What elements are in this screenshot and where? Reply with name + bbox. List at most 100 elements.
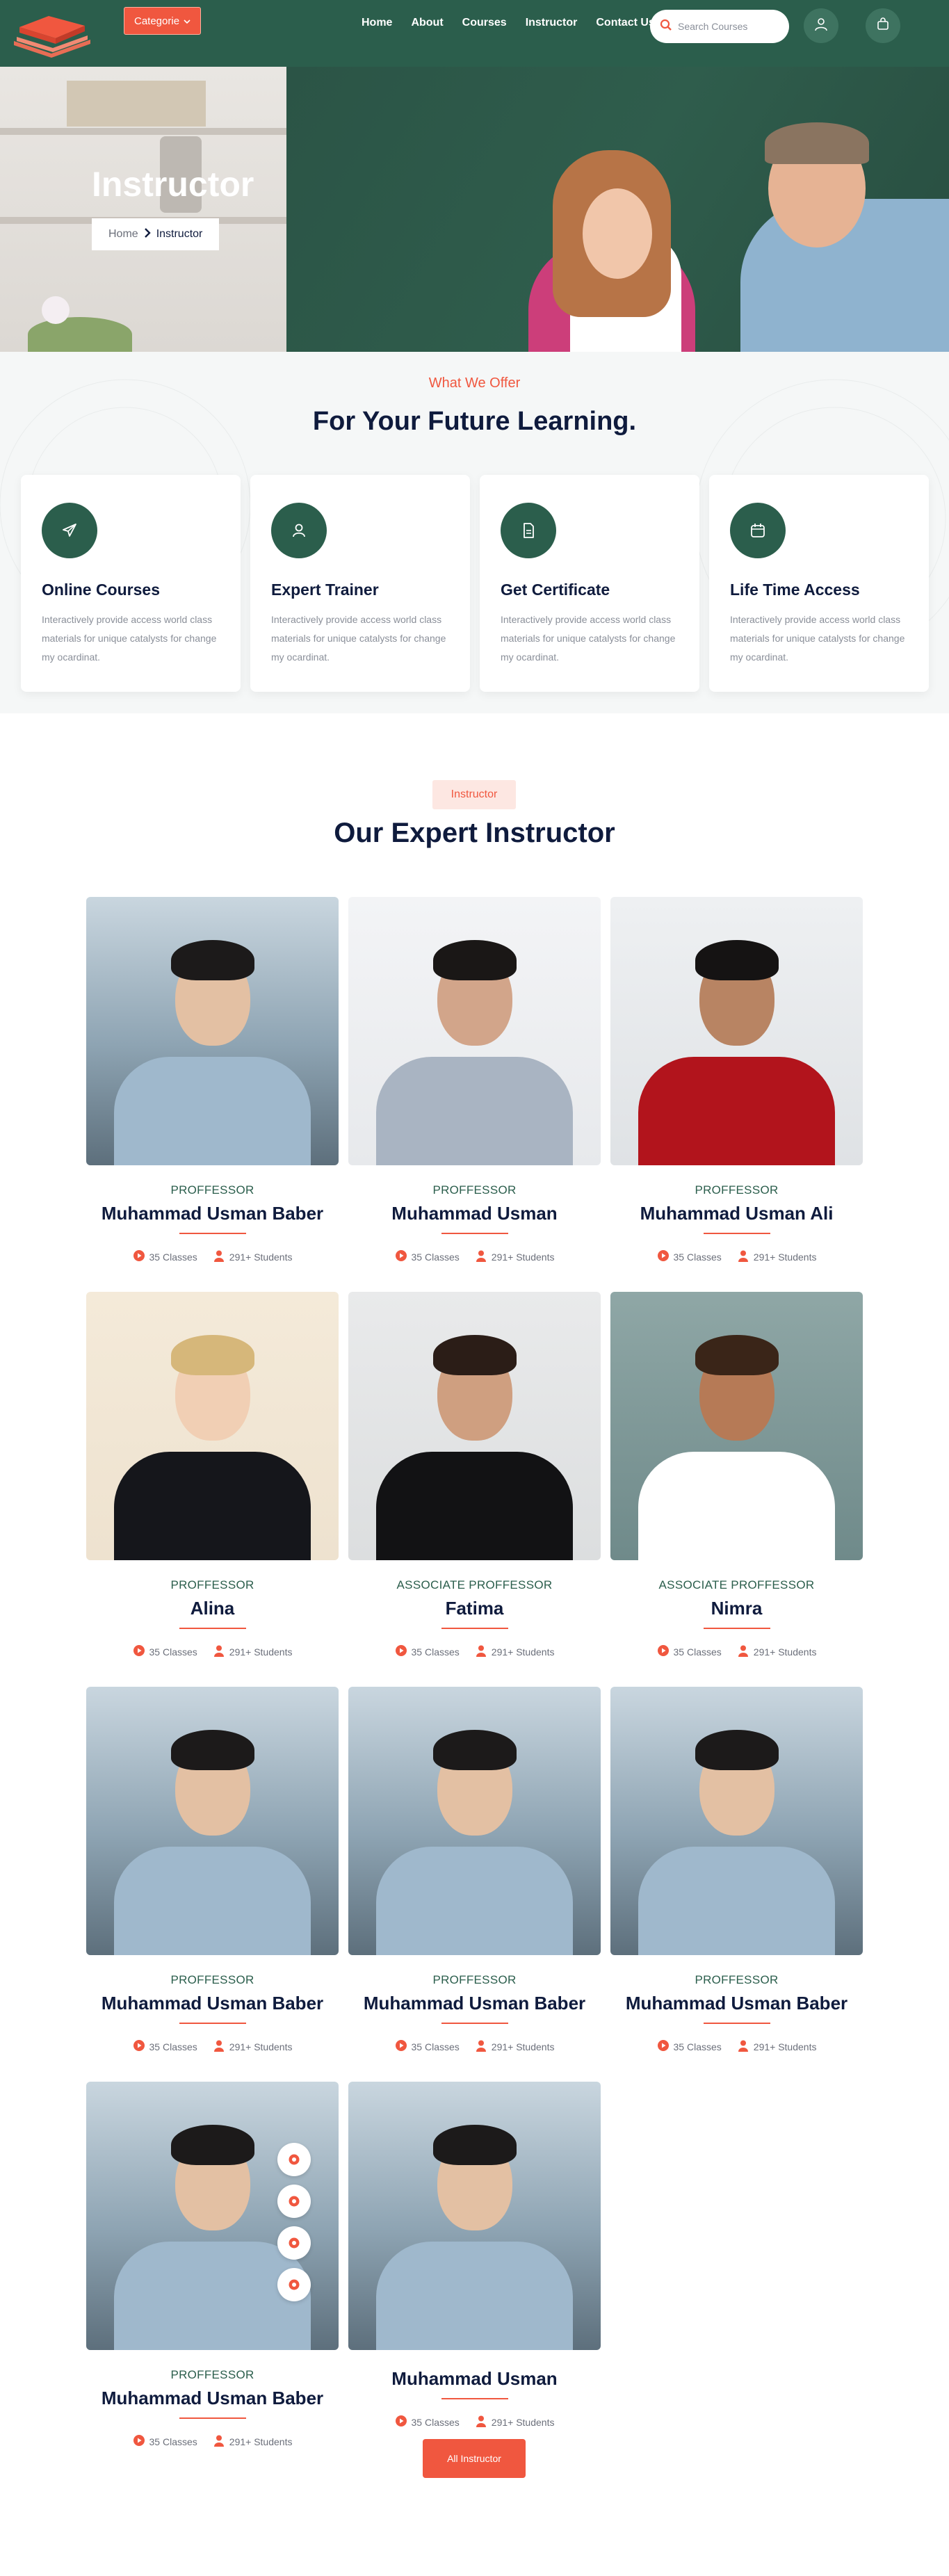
logo[interactable] (7, 8, 97, 59)
instructor-photo[interactable] (348, 2082, 601, 2350)
instructor-photo[interactable] (348, 897, 601, 1165)
nav-contact-us[interactable]: Contact Us (596, 17, 654, 29)
students-info: 291+ Students (737, 1644, 817, 1659)
instructor-meta: 35 Classes 291+ Students (610, 1644, 863, 1659)
instructor-name[interactable]: Fatima (348, 1598, 601, 1619)
classes-info: 35 Classes (395, 1644, 460, 1659)
play-circle-icon (133, 1644, 145, 1659)
classes-count: 35 Classes (673, 1646, 722, 1658)
user-icon (271, 503, 327, 558)
classes-info: 35 Classes (657, 1249, 722, 1264)
instructor-name[interactable]: Nimra (610, 1598, 863, 1619)
instructor-photo[interactable] (86, 2082, 339, 2350)
instructor-meta: 35 Classes 291+ Students (348, 2415, 601, 2429)
main-nav: Home About Courses Instructor Contact Us (362, 17, 674, 29)
nav-instructor[interactable]: Instructor (526, 17, 578, 29)
instructor-meta: 35 Classes 291+ Students (348, 1249, 601, 1264)
card-description: Interactively provide access world class… (730, 614, 905, 663)
youtube-icon[interactable] (277, 2268, 311, 2301)
instructor-name[interactable]: Muhammad Usman Baber (610, 1993, 863, 2014)
instructor-name[interactable]: Alina (86, 1598, 339, 1619)
offer-card-get-certificate[interactable]: Get Certificate Interactively provide ac… (480, 475, 699, 692)
instructor-photo[interactable] (348, 1292, 601, 1560)
categorie-dropdown[interactable]: Categorie (124, 7, 202, 35)
instagram-icon[interactable] (277, 2226, 311, 2260)
twitter-icon[interactable] (277, 2185, 311, 2218)
play-circle-icon (133, 2039, 145, 2054)
offer-card-expert-trainer[interactable]: Expert Trainer Interactively provide acc… (250, 475, 470, 692)
instructor-card[interactable]: PROFFESSOR Muhammad Usman Baber 35 Classes… (348, 1687, 601, 2054)
instructor-name[interactable]: Muhammad Usman Baber (86, 2388, 339, 2409)
student-icon (213, 2434, 225, 2449)
instructor-card[interactable]: ASSOCIATE PROFFESSOR Nimra 35 Classes 291+ … (610, 1292, 863, 1659)
cart-button[interactable] (866, 8, 900, 43)
instructor-photo[interactable] (86, 1687, 339, 1955)
instructor-card[interactable]: PROFFESSOR Alina 35 Classes 291+ Students (86, 1292, 339, 1659)
instructor-photo[interactable] (610, 1292, 863, 1560)
search-box (650, 10, 789, 43)
classes-info: 35 Classes (657, 1644, 722, 1659)
play-circle-icon (657, 1249, 670, 1264)
nav-home[interactable]: Home (362, 17, 392, 29)
student-icon (475, 1644, 487, 1659)
instructor-name[interactable]: Muhammad Usman Baber (348, 1993, 601, 2014)
instructor-card[interactable]: PROFFESSOR Muhammad Usman Baber 35 Classes… (86, 897, 339, 1264)
student-icon (737, 1644, 749, 1659)
instructor-photo[interactable] (86, 1292, 339, 1560)
students-count: 291+ Students (491, 1646, 555, 1658)
instructor-card[interactable]: Muhammad Usman 35 Classes 291+ Students (348, 2082, 601, 2429)
breadcrumb-home[interactable]: Home (108, 228, 138, 241)
facebook-icon[interactable] (277, 2143, 311, 2176)
all-instructor-button[interactable]: All Instructor (423, 2439, 526, 2478)
card-title: Expert Trainer (271, 581, 379, 599)
student-icon (213, 1249, 225, 1264)
student-icon (213, 2039, 225, 2054)
instructor-photo[interactable] (348, 1687, 601, 1955)
search-icon[interactable] (660, 19, 672, 35)
instructor-name[interactable]: Muhammad Usman (348, 1203, 601, 1224)
instructor-card[interactable]: PROFFESSOR Muhammad Usman 35 Classes 291+ S… (348, 897, 601, 1264)
student-icon (737, 1249, 749, 1264)
students-count: 291+ Students (753, 1251, 817, 1263)
instructor-card[interactable]: ASSOCIATE PROFFESSOR Fatima 35 Classes 291+… (348, 1292, 601, 1659)
name-underline (179, 2417, 246, 2419)
play-circle-icon (133, 1249, 145, 1264)
card-description: Interactively provide access world class… (271, 614, 446, 663)
instructor-name[interactable]: Muhammad Usman Baber (86, 1993, 339, 2014)
instructor-card[interactable]: PROFFESSOR Muhammad Usman Baber 35 Classes… (86, 2082, 339, 2449)
instructor-card[interactable]: PROFFESSOR Muhammad Usman Ali 35 Classes 29… (610, 897, 863, 1264)
search-input[interactable] (678, 21, 775, 32)
nav-about[interactable]: About (411, 17, 443, 29)
students-info: 291+ Students (213, 2434, 292, 2449)
instructor-name[interactable]: Muhammad Usman (348, 2368, 601, 2390)
section-title: Our Expert Instructor (334, 818, 615, 848)
paper-plane-icon (42, 503, 97, 558)
instructor-card[interactable]: PROFFESSOR Muhammad Usman Baber 35 Classes… (610, 1687, 863, 2054)
instructor-photo[interactable] (610, 897, 863, 1165)
chevron-down-icon (184, 15, 190, 27)
instructor-meta: 35 Classes 291+ Students (348, 2039, 601, 2054)
student-icon (475, 2415, 487, 2429)
instructor-name[interactable]: Muhammad Usman Baber (86, 1203, 339, 1224)
instructor-photo[interactable] (610, 1687, 863, 1955)
breadcrumb: Home Instructor (92, 218, 220, 250)
name-underline (441, 1233, 508, 1234)
name-underline (703, 1628, 770, 1629)
name-underline (703, 2023, 770, 2024)
offer-card-life-time-access[interactable]: Life Time Access Interactively provide a… (709, 475, 929, 692)
instructor-name[interactable]: Muhammad Usman Ali (610, 1203, 863, 1224)
students-count: 291+ Students (229, 2041, 293, 2052)
classes-info: 35 Classes (395, 1249, 460, 1264)
nav-courses[interactable]: Courses (462, 17, 507, 29)
name-underline (703, 1233, 770, 1234)
instructor-role: PROFFESSOR (695, 1183, 779, 1197)
offer-card-online-courses[interactable]: Online Courses Interactively provide acc… (21, 475, 241, 692)
classes-count: 35 Classes (411, 1646, 460, 1658)
instructor-meta: 35 Classes 291+ Students (86, 1249, 339, 1264)
instructor-card[interactable]: PROFFESSOR Muhammad Usman Baber 35 Classes… (86, 1687, 339, 2054)
instructor-role: PROFFESSOR (432, 1183, 517, 1197)
classes-info: 35 Classes (395, 2415, 460, 2429)
user-account-button[interactable] (804, 8, 838, 43)
students-count: 291+ Students (753, 1646, 817, 1658)
instructor-photo[interactable] (86, 897, 339, 1165)
